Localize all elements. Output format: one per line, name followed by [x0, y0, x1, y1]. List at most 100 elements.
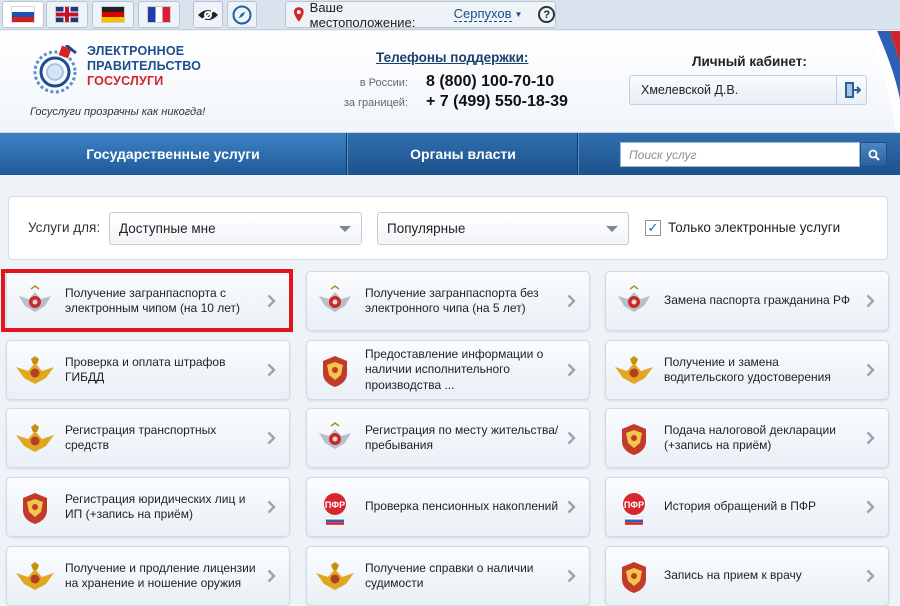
sort-select[interactable]: Популярные	[377, 212, 629, 245]
lang-en-button[interactable]	[46, 1, 88, 28]
service-card[interactable]: Подача налоговой декларации (+запись на …	[605, 408, 889, 468]
search-icon	[868, 149, 880, 161]
service-card[interactable]: Регистрация транспортных средств	[6, 408, 290, 468]
service-card[interactable]: ПФР История обращений в ПФР	[605, 477, 889, 537]
nav-divider	[346, 133, 348, 175]
electronic-only-label[interactable]: Только электронные услуги	[668, 220, 840, 235]
service-card-title: Предоставление информации о наличии испо…	[365, 346, 544, 392]
nav-tab-authorities[interactable]: Органы власти	[349, 133, 577, 175]
service-card[interactable]: Получение загранпаспорта без электронног…	[306, 271, 590, 331]
service-card-title: Замена паспорта гражданина РФ	[664, 293, 850, 308]
map-pin-icon	[294, 7, 304, 22]
chevron-down-icon	[339, 226, 351, 232]
coat-of-arms-icon	[315, 353, 355, 389]
service-card-title: Подача налоговой декларации (+запись на …	[664, 422, 836, 453]
service-search-input[interactable]: Поиск услуг	[620, 142, 860, 167]
site-header: ЭЛЕКТРОННОЕ ПРАВИТЕЛЬСТВО ГОСУСЛУГИ Госу…	[0, 31, 900, 133]
audience-select[interactable]: Доступные мне	[109, 212, 362, 245]
logo-line-1: ЭЛЕКТРОННОЕ	[87, 44, 185, 58]
service-card-title: Получение загранпаспорта с электронным ч…	[65, 285, 241, 316]
tricolor-ribbon-decoration	[867, 31, 900, 132]
service-card[interactable]: ПФР Проверка пенсионных накоплений	[306, 477, 590, 537]
top-strip: Ваше местоположение: Серпухов ▼ ?	[0, 0, 900, 30]
electronic-only-checkbox[interactable]: ✓	[645, 220, 661, 236]
chevron-right-icon	[267, 500, 276, 514]
service-card-title: Получение и замена водительского удостов…	[664, 354, 831, 385]
support-phones-title[interactable]: Телефоны поддержки:	[376, 50, 528, 65]
eagle-emblem-icon	[15, 284, 55, 320]
service-card-title: Получение загранпаспорта без электронног…	[365, 285, 539, 316]
lang-de-button[interactable]	[92, 1, 134, 28]
chevron-right-icon	[267, 294, 276, 308]
eagle-emblem-icon	[614, 284, 654, 320]
service-card-title: История обращений в ПФР	[664, 499, 817, 514]
phone-abroad: за границей: + 7 (499) 550-18-39	[330, 93, 568, 111]
france-flag-icon	[148, 7, 170, 22]
gosuslugi-logo-icon[interactable]	[30, 45, 80, 95]
service-card-title: Получение справки о наличии судимости	[365, 560, 534, 591]
chevron-right-icon	[267, 569, 276, 583]
phone-russia-number: 8 (800) 100-70-10	[426, 73, 555, 90]
gold-eagle-icon	[315, 559, 355, 595]
phone-abroad-label: за границей:	[343, 97, 408, 109]
phone-russia: в России: 8 (800) 100-70-10	[330, 73, 554, 91]
coat-of-arms-icon	[614, 559, 654, 595]
service-card[interactable]: Запись на прием к врачу	[605, 546, 889, 606]
compass-icon	[232, 5, 252, 24]
phone-russia-label: в России:	[359, 77, 408, 89]
chevron-right-icon	[866, 569, 875, 583]
chevron-right-icon	[567, 500, 576, 514]
chevron-right-icon	[866, 363, 875, 377]
services-filter-panel: Услуги для: Доступные мне Популярные ✓ Т…	[8, 196, 888, 260]
nav-tab-gov-services[interactable]: Государственные услуги	[0, 133, 346, 175]
service-card[interactable]: Регистрация по месту жительства/ пребыва…	[306, 408, 590, 468]
service-card[interactable]: Проверка и оплата штрафов ГИБДД	[6, 340, 290, 400]
gold-eagle-icon	[15, 421, 55, 457]
lang-fr-button[interactable]	[138, 1, 180, 28]
service-card-title: Регистрация транспортных средств	[65, 422, 217, 453]
service-card[interactable]: Получение и замена водительского удостов…	[605, 340, 889, 400]
chevron-right-icon	[267, 363, 276, 377]
filter-label: Услуги для:	[28, 220, 101, 235]
chevron-right-icon	[267, 431, 276, 445]
phone-abroad-number: + 7 (499) 550-18-39	[426, 93, 568, 110]
russia-flag-icon	[12, 7, 34, 22]
service-card-title: Проверка и оплата штрафов ГИБДД	[65, 354, 226, 385]
chevron-right-icon	[866, 500, 875, 514]
pfr-logo-icon: ПФР	[614, 490, 654, 526]
question-icon[interactable]: ?	[538, 6, 555, 23]
pfr-logo-icon: ПФР	[315, 490, 355, 526]
logo-line-2: ПРАВИТЕЛЬСТВО	[87, 59, 202, 73]
uk-flag-icon	[56, 7, 78, 22]
germany-flag-icon	[102, 7, 124, 22]
service-card[interactable]: Получение и продление лицензии на хранен…	[6, 546, 290, 606]
search-button[interactable]	[860, 142, 887, 167]
service-card[interactable]: Замена паспорта гражданина РФ	[605, 271, 889, 331]
nav-divider	[577, 133, 579, 175]
chevron-right-icon	[866, 294, 875, 308]
gold-eagle-icon	[15, 559, 55, 595]
chevron-right-icon	[567, 569, 576, 583]
chevron-right-icon	[567, 431, 576, 445]
service-card-title: Регистрация по месту жительства/ пребыва…	[365, 422, 559, 453]
eagle-emblem-icon	[315, 421, 355, 457]
navigation-button[interactable]	[227, 1, 257, 28]
location-city-link[interactable]: Серпухов	[453, 7, 512, 22]
service-card[interactable]: Получение справки о наличии судимости	[306, 546, 590, 606]
chevron-right-icon	[567, 294, 576, 308]
location-selector: Ваше местоположение: Серпухов ▼ ?	[285, 0, 556, 30]
service-card-title: Проверка пенсионных накоплений	[365, 499, 559, 514]
eye-icon	[198, 6, 218, 23]
lang-ru-button[interactable]	[2, 1, 44, 28]
cabinet-title: Личный кабинет:	[692, 54, 807, 69]
coat-of-arms-icon	[614, 421, 654, 457]
accessibility-button[interactable]	[193, 1, 223, 28]
service-card[interactable]: Предоставление информации о наличии испо…	[306, 340, 590, 400]
service-card[interactable]: Регистрация юридических лиц и ИП (+запис…	[6, 477, 290, 537]
site-logo-text[interactable]: ЭЛЕКТРОННОЕ ПРАВИТЕЛЬСТВО ГОСУСЛУГИ	[87, 44, 201, 89]
slogan: Госуслуги прозрачны как никогда!	[30, 106, 206, 118]
location-label: Ваше местоположение:	[309, 0, 416, 30]
chevron-down-icon: ▼	[514, 10, 523, 19]
service-card[interactable]: Получение загранпаспорта с электронным ч…	[6, 271, 290, 331]
cabinet-user-name[interactable]: Хмелевской Д.В.	[641, 83, 738, 97]
